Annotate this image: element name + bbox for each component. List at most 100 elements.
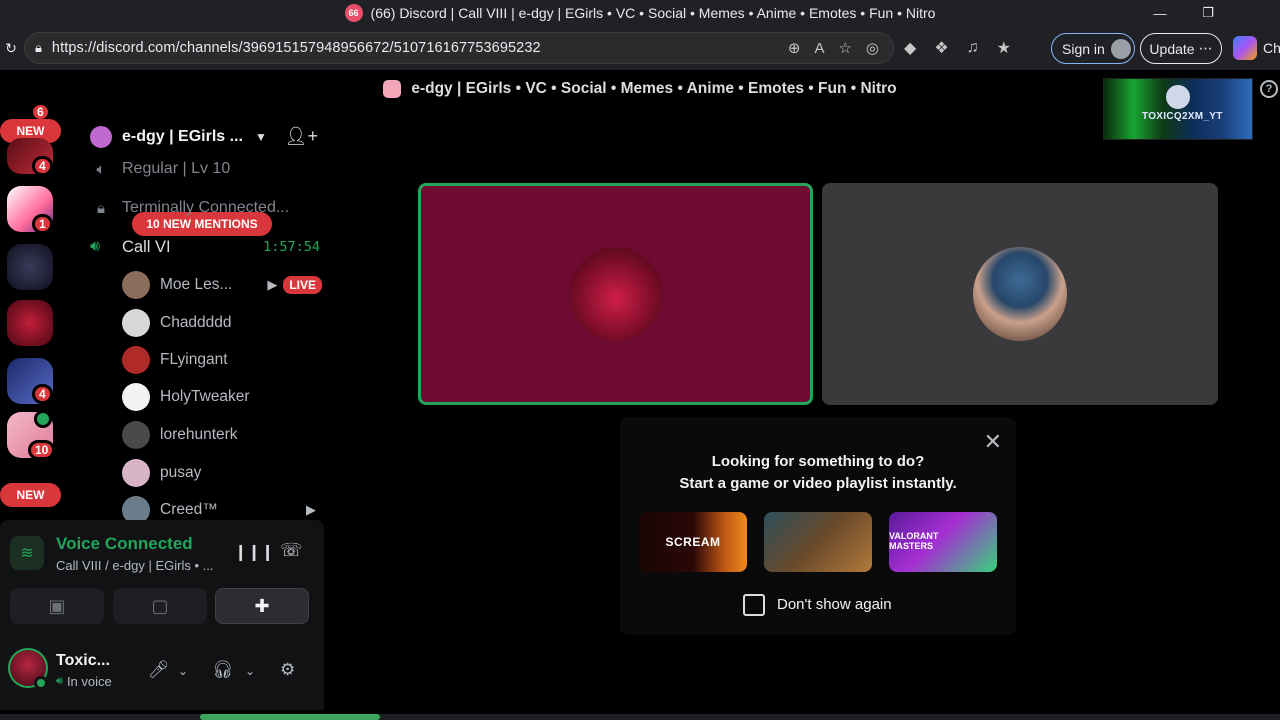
copilot-icon[interactable] bbox=[1233, 36, 1257, 60]
avatar bbox=[122, 421, 150, 449]
camera-icon: ▶ bbox=[267, 277, 278, 292]
discord-app: e-dgy | EGirls • VC • Social • Memes • A… bbox=[0, 70, 1280, 720]
server-icon-3[interactable] bbox=[7, 244, 53, 290]
server-icon-4[interactable] bbox=[7, 300, 53, 346]
url-field[interactable]: 🔒︎ https://discord.com/channels/39691515… bbox=[24, 32, 894, 64]
read-aloud-icon[interactable]: A bbox=[814, 40, 824, 57]
progress-fill bbox=[200, 714, 380, 720]
participant-tile-speaking[interactable] bbox=[418, 183, 813, 405]
server-header: e-dgy | EGirls • VC • Social • Memes • A… bbox=[0, 70, 1280, 108]
card-title: VALORANT MASTERS bbox=[889, 531, 939, 551]
username[interactable]: Toxic... bbox=[56, 652, 110, 670]
voice-member[interactable]: Moe Les... ▶ LIVE bbox=[122, 268, 322, 302]
voice-member[interactable]: FLyingant bbox=[122, 343, 322, 377]
zoom-icon[interactable]: ⊕ bbox=[788, 39, 801, 57]
url-text[interactable]: https://discord.com/channels/39691515794… bbox=[52, 40, 541, 56]
voice-connected-panel: ≋ Voice Connected Call VIII / e-dgy | EG… bbox=[0, 520, 324, 638]
tab-title: (66) Discord | Call VIII | e-dgy | EGirl… bbox=[370, 5, 936, 21]
tab[interactable]: 66 (66) Discord | Call VIII | e-dgy | EG… bbox=[344, 4, 936, 22]
activity-card-scream[interactable]: SCREAM bbox=[639, 512, 747, 572]
voice-channel-path[interactable]: Call VIII / e-dgy | EGirls • ... bbox=[56, 558, 213, 573]
camera-off-icon: ▣ bbox=[48, 595, 66, 616]
unread-badge: 1 bbox=[32, 214, 53, 234]
voice-connected-title[interactable]: Voice Connected bbox=[56, 534, 193, 554]
browser-titlebar: 66 (66) Discord | Call VIII | e-dgy | EG… bbox=[0, 0, 1280, 26]
extensions-bar: ◆ ❖ ♫ ★ bbox=[896, 26, 1011, 70]
call-duration: 1:57:54 bbox=[263, 239, 320, 255]
signin-button[interactable]: Sign in bbox=[1051, 33, 1135, 64]
channel-terminally-connected[interactable]: 🔒︎ Terminally Connected... bbox=[90, 194, 289, 222]
update-button[interactable]: Update ⋯ bbox=[1140, 33, 1222, 64]
speaker-icon: 🔊︎ bbox=[90, 238, 101, 255]
speaker-icon: 🔈︎ bbox=[96, 160, 106, 178]
noise-suppression-icon[interactable]: ❙❙❙ bbox=[234, 542, 274, 562]
activity-heading: Looking for something to do? bbox=[711, 453, 925, 470]
microphone-icon[interactable]: 🎤︎ bbox=[148, 660, 170, 680]
close-icon[interactable]: ✕ bbox=[984, 429, 1002, 455]
live-badge: LIVE bbox=[283, 276, 322, 294]
guild-name: e-dgy | EGirls ... bbox=[122, 128, 243, 145]
voice-active-icon bbox=[34, 410, 52, 428]
voice-member[interactable]: lorehunterk bbox=[122, 418, 322, 452]
reload-icon[interactable]: ↻ bbox=[0, 26, 22, 70]
activities-button[interactable]: ✚ bbox=[215, 588, 309, 624]
restore-icon[interactable]: ❐ bbox=[1184, 0, 1232, 26]
headphones-icon[interactable]: 🎧︎ bbox=[212, 660, 234, 680]
channel-regular[interactable]: 🔈︎ Regular | Lv 10 bbox=[90, 155, 230, 183]
profile-avatar-icon bbox=[1110, 38, 1131, 59]
favorites-icon[interactable]: ★ bbox=[997, 38, 1011, 58]
dont-show-label[interactable]: Don't show again bbox=[777, 596, 892, 613]
screen-share-button[interactable]: ▢ bbox=[113, 588, 207, 624]
signal-icon[interactable]: ≋ bbox=[10, 536, 44, 570]
extensions-puzzle-icon[interactable]: ❖ bbox=[934, 38, 948, 58]
close-window-icon[interactable] bbox=[1232, 0, 1280, 26]
unread-badge: 10 bbox=[28, 440, 56, 460]
update-label: Update bbox=[1149, 40, 1195, 57]
camera-off-button[interactable]: ▣ bbox=[10, 588, 104, 624]
gear-icon[interactable]: ⚙︎ bbox=[280, 660, 295, 680]
server-title: e-dgy | EGirls • VC • Social • Memes • A… bbox=[411, 80, 897, 97]
favorite-star-icon[interactable]: ☆ bbox=[838, 39, 851, 57]
bottom-progress-strip bbox=[0, 714, 1280, 720]
avatar bbox=[122, 346, 150, 374]
invite-icon[interactable]: 👤︎+ bbox=[285, 126, 318, 147]
screen-share-icon: ▢ bbox=[151, 595, 169, 616]
unread-badge: 4 bbox=[32, 156, 53, 176]
new-unreads-pill-bottom[interactable]: NEW bbox=[0, 483, 61, 507]
channel-call-vi[interactable]: 🔊︎ Call VI 1:57:54 bbox=[90, 233, 320, 261]
voice-member[interactable]: pusay bbox=[122, 456, 322, 490]
streamer-overlay: TOXICQ2XM_YT bbox=[1103, 78, 1253, 140]
activity-prompt: ✕ Looking for something to do? Start a g… bbox=[620, 417, 1016, 635]
chevron-down-icon[interactable]: ⌄ bbox=[245, 664, 255, 678]
channel-name: Terminally Connected... bbox=[122, 199, 290, 216]
activities-icon: ✚ bbox=[254, 595, 270, 616]
mic-icon[interactable]: ◎ bbox=[866, 39, 879, 57]
avatar bbox=[568, 247, 663, 341]
voice-member[interactable]: Chaddddd bbox=[122, 306, 322, 340]
call-name: Call VI bbox=[122, 237, 171, 256]
overlay-text: TOXICQ2XM_YT bbox=[1142, 111, 1223, 122]
member-name: Moe Les... bbox=[160, 276, 233, 293]
member-name: Chaddddd bbox=[160, 314, 232, 331]
more-icon: ⋯ bbox=[1198, 40, 1213, 56]
music-icon[interactable]: ♫ bbox=[967, 39, 979, 57]
copilot-label: Ch bbox=[1263, 40, 1280, 56]
member-name: Creed™ bbox=[160, 501, 218, 518]
extension-diamond-icon[interactable]: ◆ bbox=[904, 38, 916, 58]
server-icon bbox=[383, 80, 402, 98]
member-name: FLyingant bbox=[160, 351, 228, 368]
voice-member[interactable]: HolyTweaker bbox=[122, 380, 322, 414]
user-panel: Toxic... 🔊︎ In voice 🎤︎ ⌄ 🎧︎ ⌄ ⚙︎ bbox=[0, 638, 324, 710]
participant-tile[interactable] bbox=[822, 183, 1218, 405]
help-icon[interactable]: ? bbox=[1260, 80, 1278, 98]
activity-card-game[interactable] bbox=[764, 512, 872, 572]
activity-card-valorant[interactable]: VALORANT MASTERS bbox=[889, 512, 997, 572]
lock-icon[interactable]: 🔒︎ bbox=[35, 40, 42, 56]
card-title: SCREAM bbox=[665, 535, 721, 549]
member-name: lorehunterk bbox=[160, 426, 238, 443]
channel-name: Regular | Lv 10 bbox=[122, 160, 231, 177]
chevron-down-icon[interactable]: ⌄ bbox=[178, 664, 188, 678]
minimize-icon[interactable]: — bbox=[1136, 0, 1184, 26]
dont-show-checkbox[interactable] bbox=[743, 594, 765, 616]
disconnect-icon[interactable]: ☏︎ bbox=[280, 540, 303, 561]
